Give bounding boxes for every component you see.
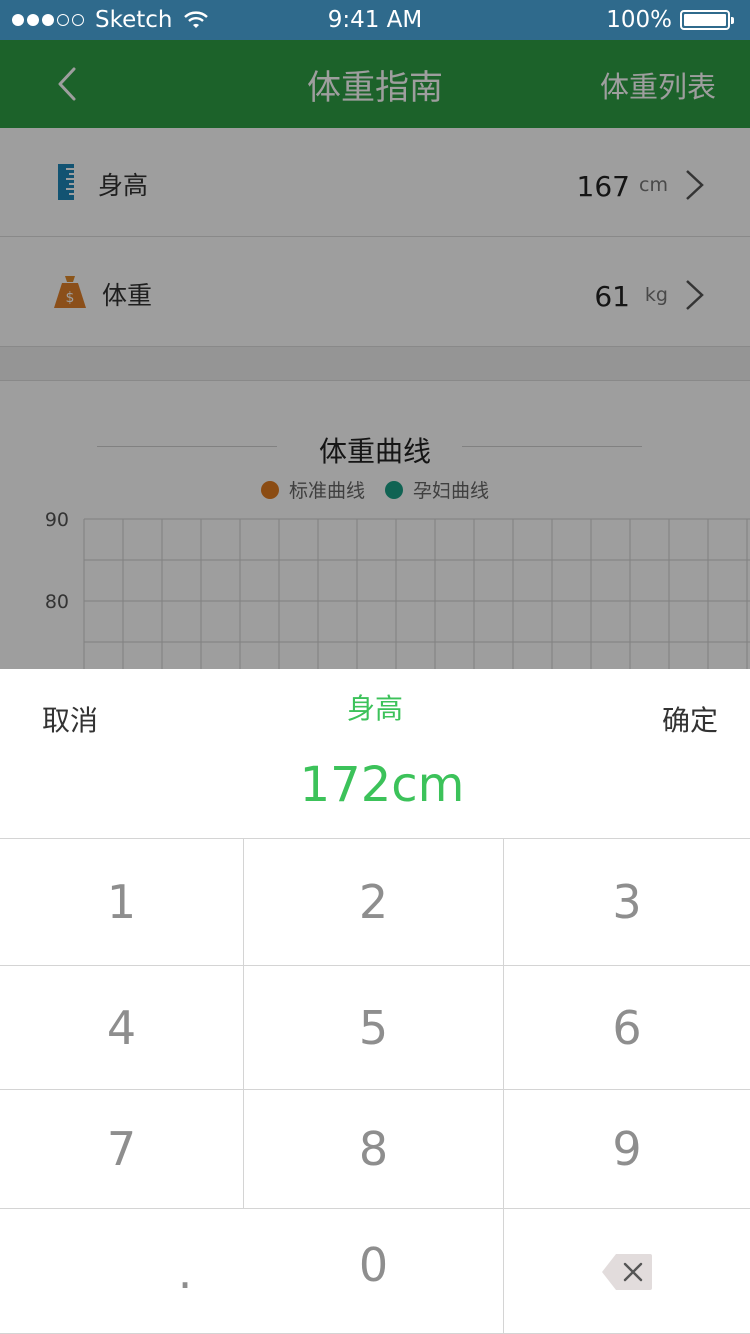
key-2[interactable]: 2 bbox=[244, 839, 503, 965]
keypad-divider bbox=[0, 1089, 750, 1090]
confirm-button[interactable]: 确定 bbox=[662, 699, 718, 739]
chevron-left-icon[interactable] bbox=[48, 64, 88, 104]
chevron-right-icon bbox=[686, 280, 704, 310]
svg-text:$: $ bbox=[66, 290, 75, 306]
weight-label: 体重 bbox=[102, 281, 153, 310]
key-5[interactable]: 5 bbox=[244, 966, 503, 1089]
weight-bag-icon: $ bbox=[54, 276, 86, 308]
backspace-icon bbox=[602, 1253, 652, 1290]
height-label: 身高 bbox=[98, 171, 149, 200]
key-9[interactable]: 9 bbox=[504, 1090, 750, 1208]
backspace-button[interactable] bbox=[504, 1209, 750, 1334]
battery-percent: 100% bbox=[606, 7, 672, 33]
height-value: 167 bbox=[576, 170, 630, 203]
key-0[interactable]: 0 bbox=[244, 1209, 503, 1321]
key-1[interactable]: 1 bbox=[0, 839, 243, 965]
key-decimal-label: . bbox=[177, 1244, 193, 1299]
key-7[interactable]: 7 bbox=[0, 1090, 243, 1208]
keypad-divider bbox=[0, 965, 750, 966]
y-tick-label: 90 bbox=[45, 509, 69, 531]
keypad-divider bbox=[503, 839, 504, 1334]
weight-row[interactable]: $ 体重 61 kg bbox=[0, 238, 750, 347]
ruler-icon bbox=[58, 164, 74, 200]
status-right: 100% bbox=[606, 7, 734, 33]
weight-unit: kg bbox=[644, 284, 668, 306]
sheet-title: 身高 bbox=[346, 692, 403, 725]
key-8[interactable]: 8 bbox=[244, 1090, 503, 1208]
height-row[interactable]: 身高 167 cm bbox=[0, 128, 750, 237]
number-input-sheet: 取消 身高 确定 172cm 1 2 3 4 5 6 7 8 9 . 0 bbox=[0, 669, 750, 1334]
section-divider bbox=[0, 347, 750, 381]
battery-icon bbox=[680, 10, 734, 30]
status-bar: Sketch 9:41 AM 100% bbox=[0, 0, 750, 40]
numeric-keypad: 1 2 3 4 5 6 7 8 9 . 0 bbox=[0, 839, 750, 1334]
current-value: 172 bbox=[299, 757, 392, 813]
current-unit: cm bbox=[391, 757, 465, 813]
current-value-display: 172cm bbox=[14, 757, 750, 813]
weight-value: 61 bbox=[594, 280, 630, 313]
chart-grid: 90 80 bbox=[45, 509, 750, 669]
page-content: 身高 167 cm $ 体重 61 kg 体重曲线 标准曲线 孕妇曲线 90 8… bbox=[0, 128, 750, 669]
weight-list-button[interactable]: 体重列表 bbox=[600, 64, 716, 106]
sheet-header: 取消 身高 确定 172cm bbox=[0, 669, 750, 839]
navigation-bar: 体重指南 体重列表 bbox=[0, 40, 750, 128]
height-unit: cm bbox=[639, 174, 668, 196]
key-3[interactable]: 3 bbox=[504, 839, 750, 965]
key-4[interactable]: 4 bbox=[0, 966, 243, 1089]
keypad-divider bbox=[243, 839, 244, 1208]
key-6[interactable]: 6 bbox=[504, 966, 750, 1089]
chevron-right-icon bbox=[686, 170, 704, 200]
keypad-divider bbox=[0, 1208, 750, 1209]
y-tick-label: 80 bbox=[45, 591, 69, 613]
weight-chart: 体重曲线 标准曲线 孕妇曲线 90 80 bbox=[0, 382, 750, 669]
